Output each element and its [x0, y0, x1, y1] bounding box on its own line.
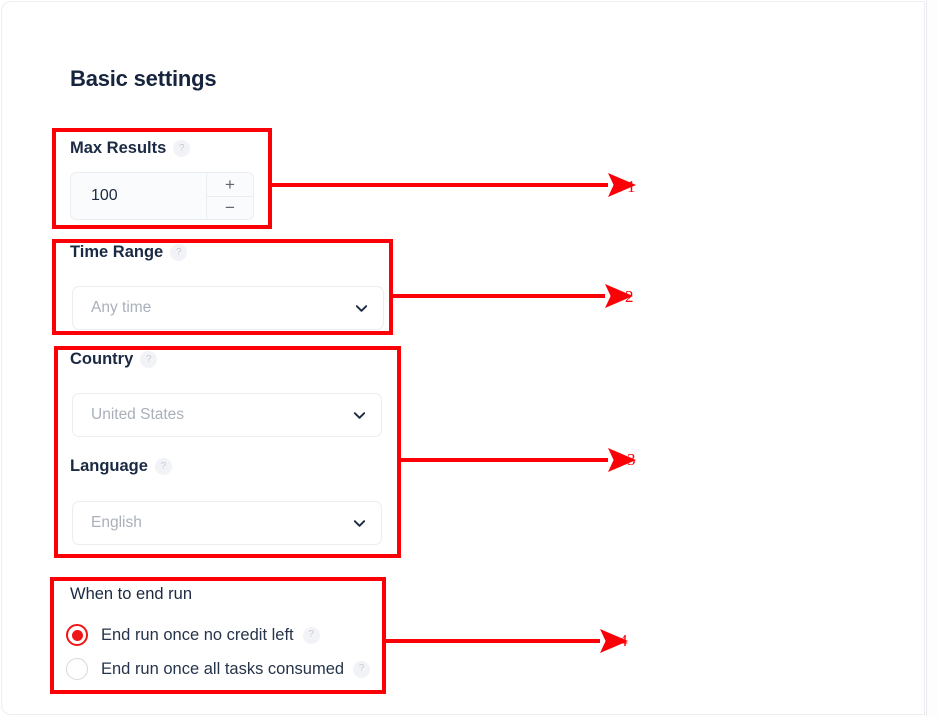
country-label-text: Country: [70, 350, 134, 368]
radio-option-no-credit-left[interactable]: End run once no credit left ?: [66, 624, 320, 646]
right-edge-strip: [926, 0, 938, 716]
time-range-value: Any time: [91, 299, 152, 316]
time-range-label-text: Time Range: [70, 243, 164, 261]
radio-selected-icon[interactable]: [66, 624, 88, 646]
annotation-number-4: 4: [619, 631, 628, 650]
radio-option-label-text: End run once no credit left: [101, 625, 294, 644]
when-to-end-run-label-text: When to end run: [70, 585, 192, 603]
chevron-down-icon: [354, 301, 369, 316]
help-circle-icon[interactable]: ?: [353, 660, 371, 678]
annotation-number-1: 1: [627, 177, 636, 196]
max-results-increment-button[interactable]: +: [207, 173, 253, 197]
language-label: Language ?: [70, 457, 172, 476]
country-select[interactable]: United States: [72, 393, 382, 437]
max-results-stepper-buttons: + −: [206, 173, 253, 219]
radio-option-label: End run once no credit left ?: [101, 626, 320, 645]
help-circle-icon[interactable]: ?: [170, 244, 188, 261]
page-title: Basic settings: [70, 66, 217, 91]
annotation-number-2: 2: [625, 287, 634, 306]
help-circle-icon[interactable]: ?: [302, 626, 320, 644]
time-range-select[interactable]: Any time: [72, 286, 384, 330]
help-circle-icon[interactable]: ?: [173, 140, 191, 157]
language-select[interactable]: English: [72, 501, 382, 545]
max-results-label-text: Max Results: [70, 139, 167, 157]
max-results-stepper[interactable]: 100 + −: [70, 172, 254, 220]
time-range-label: Time Range ?: [70, 243, 188, 262]
country-label: Country ?: [70, 350, 158, 369]
radio-option-all-tasks-consumed[interactable]: End run once all tasks consumed ?: [66, 658, 371, 680]
language-label-text: Language: [70, 457, 148, 475]
max-results-label: Max Results ?: [70, 139, 191, 158]
radio-unselected-icon[interactable]: [66, 658, 88, 680]
language-value: English: [91, 514, 142, 531]
country-value: United States: [91, 406, 185, 423]
radio-option-label: End run once all tasks consumed ?: [101, 659, 371, 679]
radio-option-label-text: End run once all tasks consumed: [101, 659, 345, 678]
chevron-down-icon: [352, 408, 367, 423]
help-circle-icon[interactable]: ?: [154, 458, 172, 475]
annotation-number-3: 3: [627, 450, 636, 469]
help-circle-icon[interactable]: ?: [140, 351, 158, 368]
chevron-down-icon: [352, 516, 367, 531]
when-to-end-run-label: When to end run: [70, 585, 192, 604]
max-results-input[interactable]: 100: [71, 173, 206, 219]
max-results-decrement-button[interactable]: −: [207, 197, 253, 220]
